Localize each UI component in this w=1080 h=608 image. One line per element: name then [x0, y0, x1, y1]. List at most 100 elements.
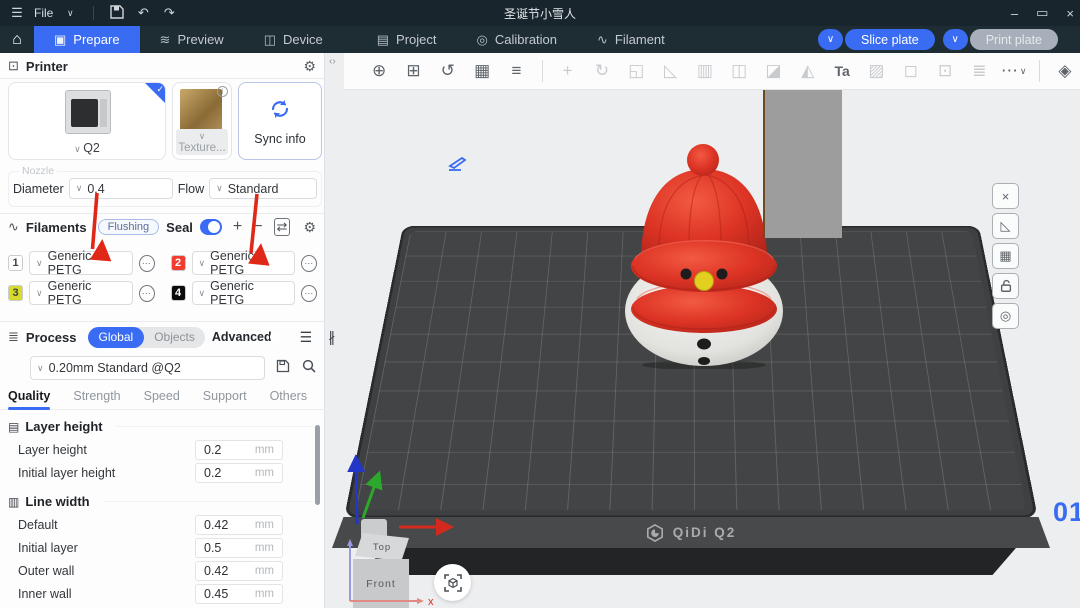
- save-preset-icon[interactable]: [275, 358, 291, 379]
- file-menu-chevron-icon[interactable]: ∨: [61, 8, 79, 19]
- line-width-default-input[interactable]: 0.42mm: [195, 515, 283, 535]
- flushing-button[interactable]: Flushing: [98, 219, 160, 235]
- menu-hamburger-icon[interactable]: ☰: [8, 5, 26, 21]
- scope-global-button[interactable]: Global: [88, 327, 145, 348]
- param-row: Default 0.42mm: [0, 513, 325, 536]
- tab-calibration[interactable]: ◎ Calibration: [457, 26, 578, 53]
- auto-orient-icon[interactable]: ↺: [433, 57, 463, 85]
- panel-scrollbar[interactable]: [315, 425, 320, 505]
- filament-select-3[interactable]: ∨Generic PETG: [29, 281, 132, 305]
- line-width-outer-wall-input[interactable]: 0.42mm: [195, 561, 283, 581]
- arrange-icon[interactable]: ▦: [467, 57, 497, 85]
- filament-menu-icon-4[interactable]: ⋯: [301, 285, 317, 302]
- line-width-inner-wall-input[interactable]: 0.45mm: [195, 584, 283, 604]
- seam-icon[interactable]: ⊡: [930, 57, 960, 85]
- file-menu[interactable]: File: [34, 6, 53, 20]
- support-paint-icon[interactable]: ◪: [758, 57, 788, 85]
- delete-plate-icon[interactable]: ×: [992, 183, 1019, 209]
- remove-filament-icon[interactable]: −: [253, 218, 262, 236]
- more-tools-icon[interactable]: ⋯∨: [999, 57, 1029, 85]
- process-preset-select[interactable]: ∨0.20mm Standard @Q2: [30, 356, 265, 380]
- initial-layer-height-input[interactable]: 0.2mm: [195, 463, 283, 483]
- build-plate-card[interactable]: i ∨ Texture...: [172, 82, 232, 160]
- filament-select-1[interactable]: ∨Generic PETG: [29, 251, 132, 275]
- tab-support[interactable]: Support: [203, 387, 247, 409]
- slice-plate-button[interactable]: Slice plate: [845, 29, 935, 50]
- collapse-panel-icon[interactable]: ‹›: [329, 56, 336, 67]
- split-parts-icon[interactable]: ◫: [724, 57, 754, 85]
- scope-objects-button[interactable]: Objects: [144, 330, 205, 344]
- tab-others[interactable]: Others: [270, 387, 308, 409]
- preview-icon: ≋: [160, 32, 171, 48]
- variable-layer-height-icon[interactable]: ≣: [964, 57, 994, 85]
- tab-prepare[interactable]: ▣ Prepare: [34, 26, 140, 53]
- slice-options-chevron-icon[interactable]: ∨: [818, 29, 843, 50]
- minimize-icon[interactable]: –: [1011, 6, 1018, 21]
- text-tool-icon[interactable]: Ta: [827, 57, 857, 85]
- project-icon: ▤: [377, 32, 389, 48]
- filaments-icon: ∿: [8, 219, 19, 235]
- color-paint-icon[interactable]: ◭: [793, 57, 823, 85]
- print-options-chevron-icon[interactable]: ∨: [943, 29, 968, 50]
- plate-settings-icon[interactable]: ◎: [992, 303, 1019, 329]
- arrange-plate-icon[interactable]: ▦: [992, 243, 1019, 269]
- scale-icon[interactable]: ◱: [621, 57, 651, 85]
- lock-plate-icon[interactable]: [992, 273, 1019, 299]
- filament-settings-gear-icon[interactable]: ⚙: [303, 219, 316, 236]
- orient-plate-icon[interactable]: ◺: [992, 213, 1019, 239]
- add-model-icon[interactable]: ⊕: [364, 57, 394, 85]
- flow-select[interactable]: ∨Standard: [209, 178, 317, 199]
- plate-type-select[interactable]: ∨ Texture...: [176, 129, 228, 155]
- close-icon[interactable]: ×: [1066, 6, 1074, 21]
- split-layers-icon[interactable]: ≡: [501, 57, 531, 85]
- move-icon[interactable]: +: [552, 57, 582, 85]
- printer-card[interactable]: ✓ ∨ Q2: [8, 82, 166, 160]
- pencil-icon[interactable]: [446, 153, 470, 173]
- fit-view-button[interactable]: [434, 564, 471, 601]
- home-icon: ⌂: [12, 31, 22, 49]
- supports-icon[interactable]: ▨: [861, 57, 891, 85]
- filament-menu-icon-1[interactable]: ⋯: [139, 255, 155, 272]
- viewport-3d[interactable]: ‹› ⊕ ⊞ ↺ ▦ ≡ + ↻ ◱ ◺ ▥ ◫ ◪ ◭ Ta ▨ ◻ ⊡ ≣ …: [326, 53, 1080, 608]
- add-filament-icon[interactable]: +: [233, 218, 242, 236]
- save-icon[interactable]: [108, 4, 126, 23]
- undo-icon[interactable]: ↶: [134, 5, 152, 21]
- parameter-list-icon[interactable]: ☰: [300, 329, 313, 346]
- print-plate-button[interactable]: Print plate: [970, 29, 1058, 50]
- compare-presets-icon[interactable]: ∦: [328, 329, 335, 346]
- ams-sync-icon[interactable]: ⇄: [274, 218, 291, 236]
- viewport-toolbar: ⊕ ⊞ ↺ ▦ ≡ + ↻ ◱ ◺ ▥ ◫ ◪ ◭ Ta ▨ ◻ ⊡ ≣ ⋯∨ …: [344, 53, 1080, 90]
- layer-height-input[interactable]: 0.2mm: [195, 440, 283, 460]
- sync-info-button[interactable]: Sync info: [238, 82, 322, 160]
- lay-flat-icon[interactable]: ◺: [655, 57, 685, 85]
- seal-label: Seal: [166, 220, 193, 235]
- filament-select-4[interactable]: ∨Generic PETG: [192, 281, 295, 305]
- tab-preview[interactable]: ≋ Preview: [140, 26, 244, 53]
- line-width-initial-layer-input[interactable]: 0.5mm: [195, 538, 283, 558]
- rotate-icon[interactable]: ↻: [587, 57, 617, 85]
- seal-toggle[interactable]: [200, 219, 222, 235]
- tab-speed[interactable]: Speed: [144, 387, 180, 409]
- filament-select-2[interactable]: ∨Generic PETG: [192, 251, 295, 275]
- filament-menu-icon-2[interactable]: ⋯: [301, 255, 317, 272]
- tab-filament[interactable]: ∿ Filament: [577, 26, 685, 53]
- tab-device[interactable]: ◫ Device: [244, 26, 343, 53]
- plate-action-buttons: × ◺ ▦ ◎: [992, 183, 1019, 329]
- diameter-select[interactable]: ∨0.4: [69, 178, 173, 199]
- divider: [542, 60, 543, 82]
- printer-model-select[interactable]: ∨ Q2: [9, 141, 165, 155]
- add-plate-icon[interactable]: ⊞: [398, 57, 428, 85]
- plate-info-icon[interactable]: i: [217, 86, 228, 97]
- tab-project[interactable]: ▤ Project: [357, 26, 457, 53]
- tab-strength[interactable]: Strength: [73, 387, 120, 409]
- printer-settings-gear-icon[interactable]: ⚙: [303, 58, 316, 75]
- mesh-boolean-icon[interactable]: ◻: [896, 57, 926, 85]
- maximize-icon[interactable]: ▭: [1036, 5, 1048, 21]
- split-objects-icon[interactable]: ▥: [690, 57, 720, 85]
- assembly-icon[interactable]: ◈: [1050, 57, 1080, 85]
- search-preset-icon[interactable]: [301, 358, 317, 379]
- filament-menu-icon-3[interactable]: ⋯: [139, 285, 155, 302]
- tab-quality[interactable]: Quality: [8, 387, 50, 409]
- home-button[interactable]: ⌂: [0, 26, 34, 53]
- redo-icon[interactable]: ↷: [160, 5, 178, 21]
